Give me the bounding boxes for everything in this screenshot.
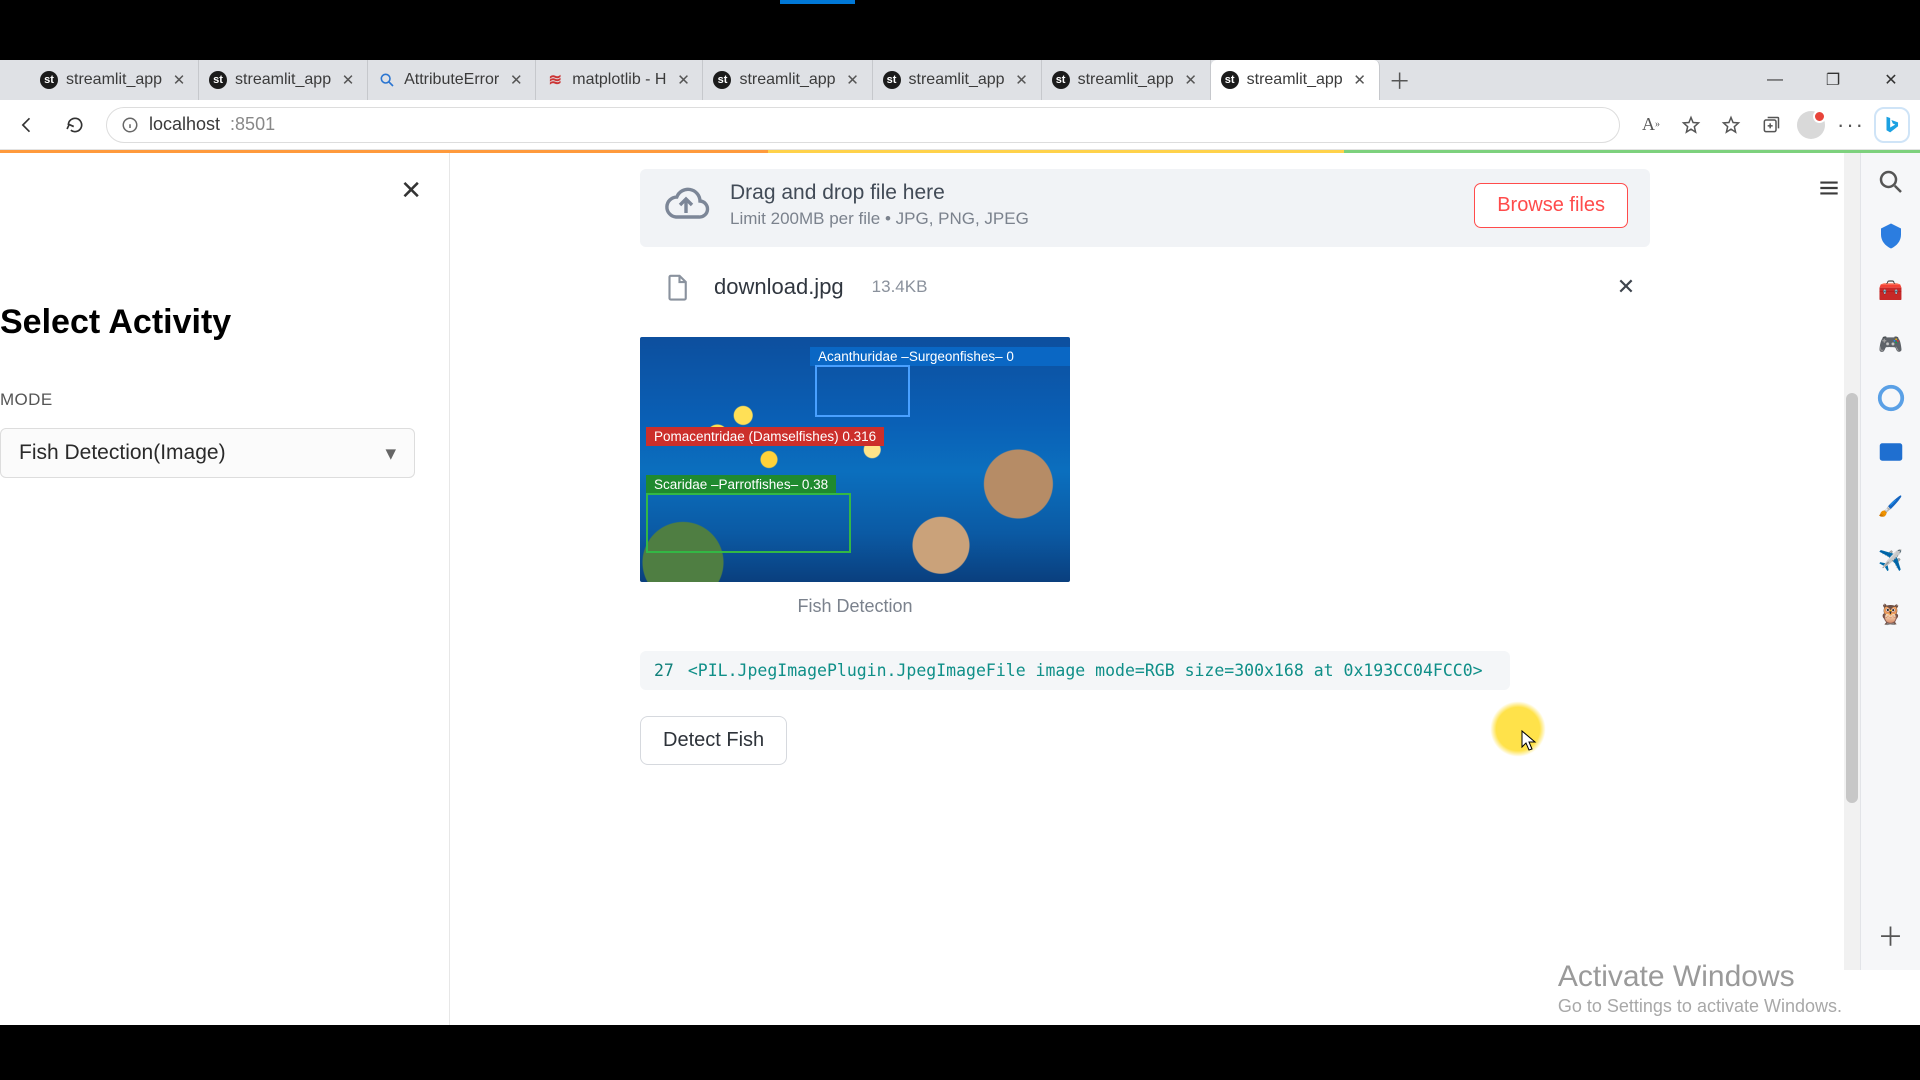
outlook-icon[interactable] [1876,437,1906,467]
close-tab-icon[interactable]: ✕ [1351,71,1369,89]
microsoft-icon[interactable] [1876,383,1906,413]
favorite-sparkle-icon[interactable] [1674,108,1708,142]
tab-label: streamlit_app [909,71,1005,89]
drop-icon[interactable]: ✈️ [1876,545,1906,575]
streamlit-favicon: st [883,71,901,89]
close-tab-icon[interactable]: ✕ [1013,71,1031,89]
java-favicon: ≋ [546,71,564,89]
app-menu-button[interactable] [1816,175,1842,206]
streamlit-sidebar: ✕ Select Activity MODE Fish Detection(Im… [0,153,450,1025]
tab-label: streamlit_app [1078,71,1174,89]
duolingo-icon[interactable]: 🦉 [1876,599,1906,629]
file-icon [662,269,692,305]
detection-image: Acanthuridae –Surgeonfishes– 0 Pomacentr… [640,337,1070,582]
tab-0[interactable]: st streamlit_app ✕ [30,60,199,100]
file-name: download.jpg [714,274,844,300]
shopping-icon[interactable] [1876,221,1906,251]
uploader-hint: Limit 200MB per file • JPG, PNG, JPEG [730,209,1454,229]
mode-select-value: Fish Detection(Image) [19,441,226,465]
url-host: localhost [149,114,220,135]
chevron-down-icon: ▾ [385,441,396,466]
tab-label: streamlit_app [739,71,835,89]
tab-1[interactable]: st streamlit_app ✕ [199,60,368,100]
browser-tabstrip: st streamlit_app ✕ st streamlit_app ✕ At… [0,60,1920,100]
profile-button[interactable] [1794,108,1828,142]
tab-6[interactable]: st streamlit_app ✕ [1042,60,1211,100]
tab-label: AttributeError [404,71,499,89]
favorite-icon[interactable] [1714,108,1748,142]
search-favicon [378,71,396,89]
streamlit-favicon: st [713,71,731,89]
uploaded-file-row: download.jpg 13.4KB ✕ [640,247,1650,315]
detection-label-a: Acanthuridae –Surgeonfishes– 0 [810,347,1070,366]
more-menu-button[interactable]: ··· [1834,108,1868,142]
debug-output: 27 <PIL.JpegImagePlugin.JpegImageFile im… [640,651,1510,690]
tab-label: streamlit_app [1247,71,1343,89]
image-caption: Fish Detection [640,596,1070,617]
close-tab-icon[interactable]: ✕ [844,71,862,89]
uploader-text: Drag and drop file here [730,181,1454,205]
image-preview: Acanthuridae –Surgeonfishes– 0 Pomacentr… [640,337,1070,617]
detection-label-b: Pomacentridae (Damselfishes) 0.316 [646,427,884,446]
tab-label: matplotlib - H [572,71,666,89]
detection-box-a [815,365,910,417]
games-icon[interactable]: 🎮 [1876,329,1906,359]
file-uploader[interactable]: Drag and drop file here Limit 200MB per … [640,169,1650,247]
window-maximize-button[interactable]: ❐ [1804,60,1862,100]
tab-label: streamlit_app [66,71,162,89]
streamlit-favicon: st [1052,71,1070,89]
close-tab-icon[interactable]: ✕ [339,71,357,89]
browse-files-button[interactable]: Browse files [1474,183,1628,228]
tab-5[interactable]: st streamlit_app ✕ [873,60,1042,100]
close-tab-icon[interactable]: ✕ [507,71,525,89]
site-info-icon [121,116,139,134]
tools-icon[interactable]: 🧰 [1876,275,1906,305]
remove-file-button[interactable]: ✕ [1612,273,1640,301]
vertical-scrollbar[interactable] [1844,153,1860,970]
tab-2[interactable]: AttributeError ✕ [368,60,536,100]
read-aloud-icon[interactable]: A» [1634,108,1668,142]
search-icon[interactable] [1876,167,1906,197]
streamlit-main: Drag and drop file here Limit 200MB per … [450,153,1860,1025]
back-button[interactable] [10,108,44,142]
avatar-icon [1797,111,1825,139]
detection-label-c: Scaridae –Parrotfishes– 0.38 [646,475,836,494]
image-create-icon[interactable]: 🖌️ [1876,491,1906,521]
tab-7-active[interactable]: st streamlit_app ✕ [1211,60,1380,100]
tab-3[interactable]: ≋ matplotlib - H ✕ [536,60,703,100]
window-minimize-button[interactable]: ― [1746,60,1804,100]
streamlit-favicon: st [40,71,58,89]
mode-select[interactable]: Fish Detection(Image) ▾ [0,428,415,478]
cloud-upload-icon [662,181,710,229]
mode-label: MODE [0,390,450,410]
url-input[interactable]: localhost :8501 [106,107,1620,143]
address-bar-row: localhost :8501 A» ··· [0,100,1920,150]
refresh-button[interactable] [58,108,92,142]
detection-box-c [646,493,851,553]
close-tab-icon[interactable]: ✕ [1182,71,1200,89]
cursor-highlight [1490,701,1546,757]
detect-fish-button[interactable]: Detect Fish [640,716,787,765]
sidebar-title: Select Activity [0,303,450,342]
debug-text: <PIL.JpegImagePlugin.JpegImageFile image… [688,661,1483,680]
file-size: 13.4KB [872,277,928,297]
bing-sidebar-button[interactable] [1874,107,1910,143]
debug-number: 27 [654,661,674,680]
close-tab-icon[interactable]: ✕ [170,71,188,89]
collections-icon[interactable] [1754,108,1788,142]
tab-4[interactable]: st streamlit_app ✕ [703,60,872,100]
url-path: :8501 [230,114,275,135]
tab-label: streamlit_app [235,71,331,89]
window-close-button[interactable]: ✕ [1862,60,1920,100]
streamlit-favicon: st [1221,71,1239,89]
edge-sidebar: 🧰 🎮 🖌️ ✈️ 🦉 ＋ [1860,153,1920,970]
add-sidebar-icon[interactable]: ＋ [1876,920,1906,950]
collapse-sidebar-button[interactable]: ✕ [400,175,422,206]
streamlit-favicon: st [209,71,227,89]
new-tab-button[interactable]: ＋ [1380,60,1420,100]
close-tab-icon[interactable]: ✕ [674,71,692,89]
